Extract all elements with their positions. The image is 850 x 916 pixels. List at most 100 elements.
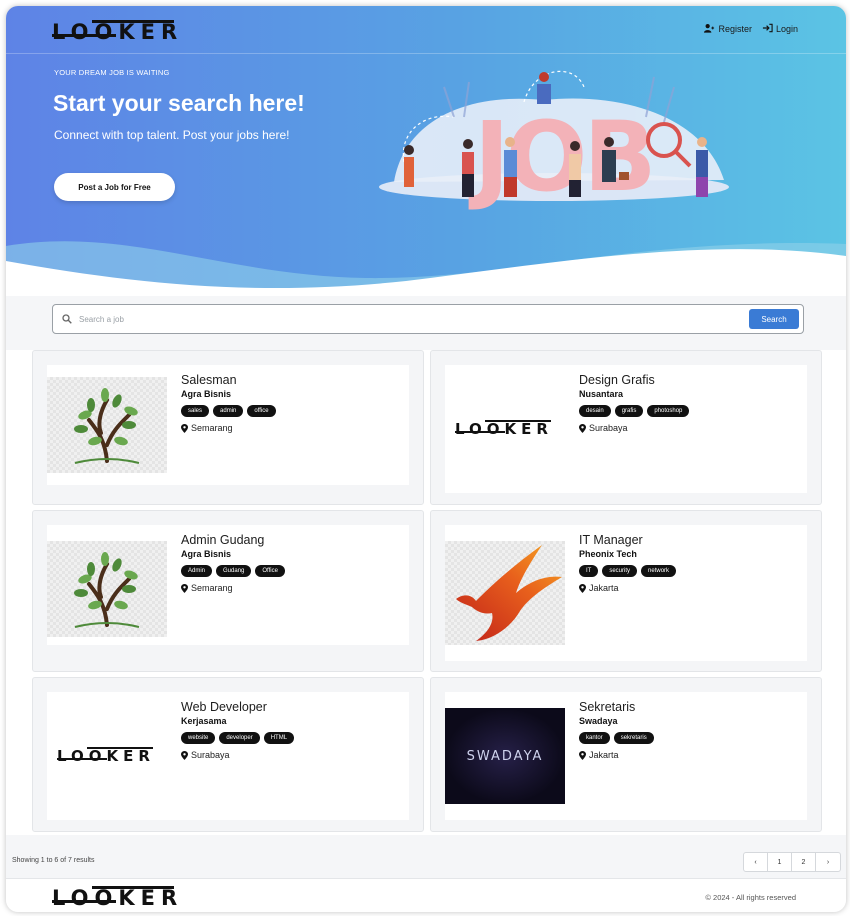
tag-list: kantor sekretaris bbox=[579, 732, 654, 744]
job-card[interactable]: Salesman Agra Bisnis sales admin office … bbox=[32, 350, 424, 505]
job-location: Semarang bbox=[181, 423, 276, 433]
looker-logo-text: LOOKER bbox=[57, 747, 155, 765]
tag-list: desain grafis photoshop bbox=[579, 405, 690, 417]
company-name: Pheonix Tech bbox=[579, 549, 637, 559]
job-tag[interactable]: Gudang bbox=[216, 565, 252, 577]
job-search-illustration: JOB bbox=[379, 70, 729, 212]
tree-logo-icon bbox=[74, 388, 140, 464]
footer-logo[interactable]: LOOKER bbox=[52, 882, 182, 912]
footer-logo-text: LOOKER bbox=[52, 886, 184, 910]
job-location: Jakarta bbox=[579, 750, 654, 760]
phoenix-logo-icon bbox=[456, 545, 562, 641]
hero-title: Start your search here! bbox=[53, 90, 305, 116]
map-pin-icon bbox=[579, 750, 586, 760]
job-location: Surabaya bbox=[579, 423, 689, 433]
job-card[interactable]: Admin Gudang Agra Bisnis Admin Gudang Of… bbox=[32, 510, 424, 672]
map-pin-icon bbox=[181, 423, 188, 433]
job-tag[interactable]: IT bbox=[579, 565, 599, 577]
tree-logo-icon bbox=[74, 552, 140, 628]
brand-logo-text: LOOKER bbox=[52, 20, 184, 44]
map-pin-icon bbox=[181, 750, 188, 760]
job-title[interactable]: IT Manager bbox=[579, 533, 676, 547]
page-2-button[interactable]: 2 bbox=[792, 853, 816, 871]
tree-logo bbox=[47, 377, 167, 473]
location-label: Jakarta bbox=[589, 750, 619, 760]
job-card[interactable]: LOOKER Web Developer Kerjasama website d… bbox=[32, 677, 424, 832]
prev-page-button[interactable]: ‹ bbox=[744, 853, 768, 871]
company-name: Agra Bisnis bbox=[181, 549, 232, 559]
register-label: Register bbox=[718, 24, 752, 34]
page-frame: LOOKER Register Login YOUR DREAM JOB IS … bbox=[6, 6, 846, 912]
job-tag[interactable]: developer bbox=[219, 732, 260, 744]
hero-banner: LOOKER Register Login YOUR DREAM JOB IS … bbox=[6, 6, 846, 296]
job-title[interactable]: Salesman bbox=[181, 373, 276, 387]
login-link[interactable]: Login bbox=[762, 23, 798, 35]
map-pin-icon bbox=[579, 583, 586, 593]
job-title[interactable]: Admin Gudang bbox=[181, 533, 285, 547]
job-tag[interactable]: Admin bbox=[181, 565, 213, 577]
job-title[interactable]: Design Grafis bbox=[579, 373, 689, 387]
map-pin-icon bbox=[181, 583, 188, 593]
job-tag[interactable]: sekretaris bbox=[613, 732, 654, 744]
post-job-button[interactable]: Post a Job for Free bbox=[54, 173, 175, 201]
map-pin-icon bbox=[579, 423, 586, 433]
swadaya-logo: SWADAYA bbox=[445, 708, 565, 804]
auth-links: Register Login bbox=[704, 23, 798, 35]
job-tag[interactable]: Office bbox=[255, 565, 285, 577]
job-title[interactable]: Web Developer bbox=[181, 700, 294, 714]
location-label: Jakarta bbox=[589, 583, 619, 593]
tag-list: sales admin office bbox=[181, 405, 276, 417]
pagination: ‹ 1 2 › bbox=[743, 852, 841, 872]
register-link[interactable]: Register bbox=[704, 23, 752, 35]
login-label: Login bbox=[775, 24, 798, 34]
job-tag[interactable]: website bbox=[181, 732, 216, 744]
footer: LOOKER © 2024 - All rights reserved bbox=[6, 878, 846, 912]
looker-logo: LOOKER bbox=[445, 381, 565, 477]
job-tag[interactable]: photoshop bbox=[647, 405, 690, 417]
job-title[interactable]: Sekretaris bbox=[579, 700, 654, 714]
location-label: Surabaya bbox=[191, 750, 230, 760]
results-summary: Showing 1 to 6 of 7 results bbox=[12, 857, 95, 864]
next-page-button[interactable]: › bbox=[816, 853, 840, 871]
search-icon bbox=[62, 314, 72, 324]
job-tag[interactable]: office bbox=[247, 405, 276, 417]
company-name: Kerjasama bbox=[181, 716, 227, 726]
company-name: Agra Bisnis bbox=[181, 389, 232, 399]
top-navbar: LOOKER Register Login bbox=[6, 6, 846, 54]
job-illustration-text: JOB bbox=[468, 101, 653, 212]
phoenix-logo bbox=[445, 541, 565, 645]
job-tag[interactable]: admin bbox=[213, 405, 244, 417]
job-card[interactable]: SWADAYA Sekretaris Swadaya kantor sekret… bbox=[430, 677, 822, 832]
job-tag[interactable]: kantor bbox=[579, 732, 610, 744]
job-tag[interactable]: HTML bbox=[263, 732, 295, 744]
tag-list: Admin Gudang Office bbox=[181, 565, 285, 577]
job-card[interactable]: IT Manager Pheonix Tech IT security netw… bbox=[430, 510, 822, 672]
looker-logo: LOOKER bbox=[47, 708, 167, 804]
location-label: Semarang bbox=[191, 583, 233, 593]
job-tag[interactable]: security bbox=[602, 565, 638, 577]
job-tag[interactable]: grafis bbox=[614, 405, 644, 417]
job-tag[interactable]: sales bbox=[181, 405, 210, 417]
location-label: Surabaya bbox=[589, 423, 628, 433]
looker-logo-icon: LOOKER bbox=[453, 416, 557, 442]
job-location: Jakarta bbox=[579, 583, 676, 593]
job-location: Surabaya bbox=[181, 750, 294, 760]
hero-wave bbox=[6, 241, 846, 296]
tree-logo bbox=[47, 541, 167, 637]
hero-subtitle: Connect with top talent. Post your jobs … bbox=[54, 128, 290, 142]
search-input[interactable] bbox=[79, 311, 739, 327]
hero-eyebrow: YOUR DREAM JOB IS WAITING bbox=[54, 68, 170, 77]
job-grid: Salesman Agra Bisnis sales admin office … bbox=[6, 350, 846, 835]
job-card[interactable]: LOOKER Design Grafis Nusantara desain gr… bbox=[430, 350, 822, 505]
looker-logo-text: LOOKER bbox=[455, 420, 553, 438]
job-tag[interactable]: desain bbox=[579, 405, 611, 417]
page-1-button[interactable]: 1 bbox=[768, 853, 792, 871]
search-button[interactable]: Search bbox=[749, 309, 799, 329]
job-tag[interactable]: network bbox=[641, 565, 677, 577]
job-search-bar: Search bbox=[52, 304, 804, 334]
company-name: Swadaya bbox=[579, 716, 618, 726]
login-icon bbox=[762, 23, 773, 35]
brand-logo[interactable]: LOOKER bbox=[52, 16, 182, 50]
tag-list: IT security network bbox=[579, 565, 677, 577]
company-name: Nusantara bbox=[579, 389, 624, 399]
